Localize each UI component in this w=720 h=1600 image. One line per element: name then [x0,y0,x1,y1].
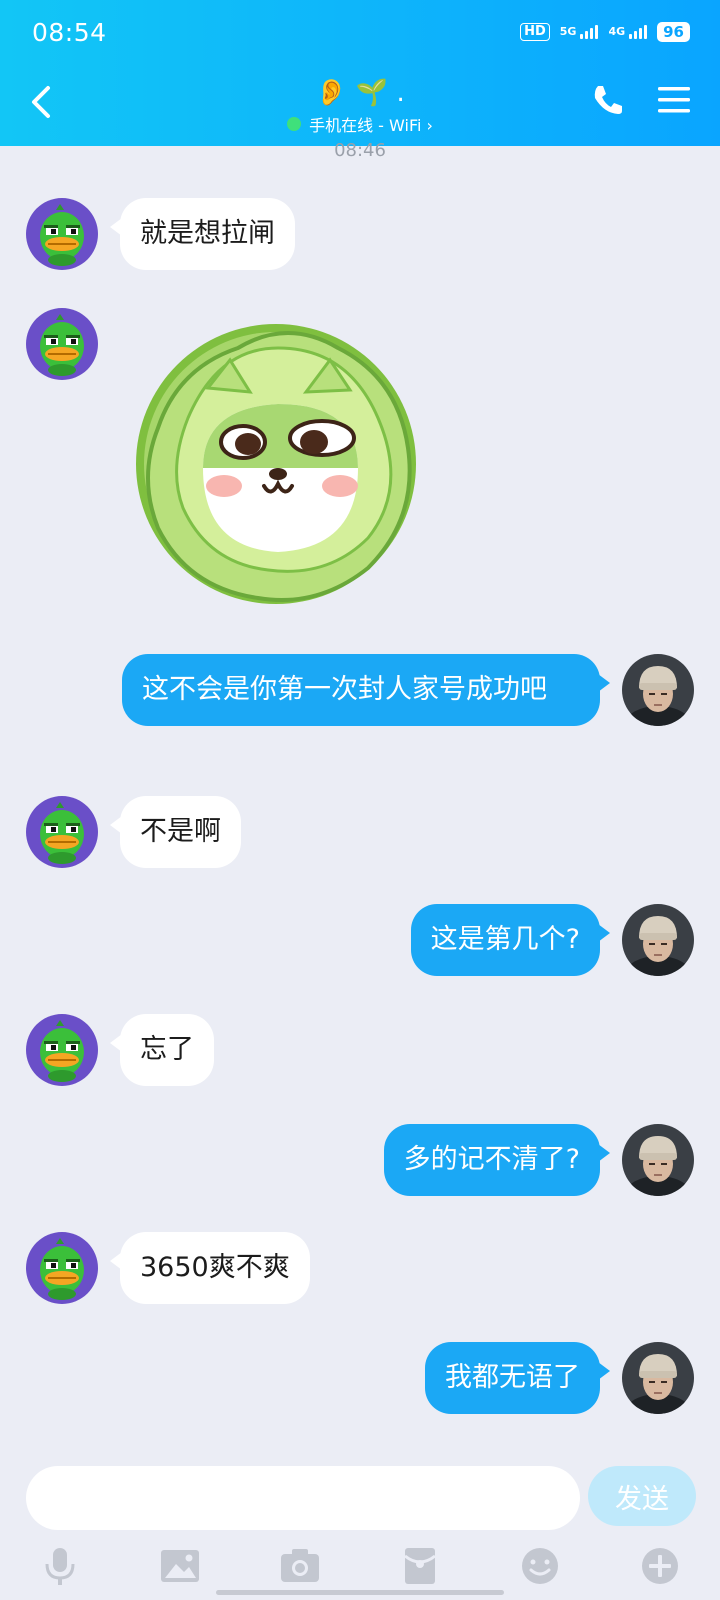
contact-avatar[interactable] [26,796,98,868]
message-timestamp: 08:46 [334,140,386,161]
send-button[interactable]: 发送 [588,1466,696,1526]
mic-icon[interactable] [38,1544,82,1588]
contact-avatar[interactable] [26,1232,98,1304]
message-input[interactable] [26,1466,580,1530]
message-bubble[interactable]: 3650爽不爽 [110,1232,310,1304]
message-incoming: 忘了 [26,1014,214,1086]
online-status-text: 手机在线 - WiFi › [309,116,433,135]
message-bubble[interactable]: 就是想拉闸 [110,198,295,270]
phone-call-icon[interactable] [588,80,628,120]
emoji-icon[interactable] [518,1544,562,1588]
message-bubble[interactable]: 不是啊 [110,796,241,868]
message-outgoing: 我都无语了 [425,1342,694,1414]
camera-icon[interactable] [278,1544,322,1588]
red-packet-icon[interactable] [398,1544,442,1588]
plus-icon[interactable] [638,1544,682,1588]
message-outgoing: 多的记不清了? [383,1124,694,1196]
my-avatar[interactable] [622,1342,694,1414]
menu-icon[interactable] [656,82,692,118]
battery-icon: 96 [657,22,690,42]
message-bubble[interactable]: 我都无语了 [425,1342,610,1414]
status-time: 08:54 [32,18,107,47]
home-indicator [216,1590,504,1595]
image-icon[interactable] [158,1544,202,1588]
contact-avatar[interactable] [26,198,98,270]
message-bubble[interactable]: 这是第几个? [410,904,611,976]
message-bubble[interactable]: 多的记不清了? [383,1124,611,1196]
message-outgoing: 这是第几个? [410,904,694,976]
status-icons: HD 5G 4G 96 [520,22,690,42]
hd-badge: HD [520,23,550,41]
chat-header: 08:54 HD 5G 4G 96 👂 🌱 . 手机在线 - WiFi › [0,0,720,146]
my-avatar[interactable] [622,654,694,726]
message-bubble[interactable]: 这不会是你第一次封人家号成功吧 [122,654,610,726]
message-incoming: 3650爽不爽 [26,1232,310,1304]
message-incoming-sticker [26,308,428,608]
message-outgoing: 这不会是你第一次封人家号成功吧 [122,654,694,726]
contact-avatar[interactable] [26,1014,98,1086]
cabbage-dog-sticker[interactable] [118,308,428,608]
my-avatar[interactable] [622,1124,694,1196]
signal-5g-icon: 5G [560,25,599,39]
signal-4g-icon: 4G [608,25,648,39]
contact-avatar[interactable] [26,308,98,380]
online-dot-icon [287,117,302,131]
message-incoming: 就是想拉闸 [26,198,295,270]
message-bubble[interactable]: 忘了 [110,1014,214,1086]
my-avatar[interactable] [622,904,694,976]
message-incoming: 不是啊 [26,796,241,868]
